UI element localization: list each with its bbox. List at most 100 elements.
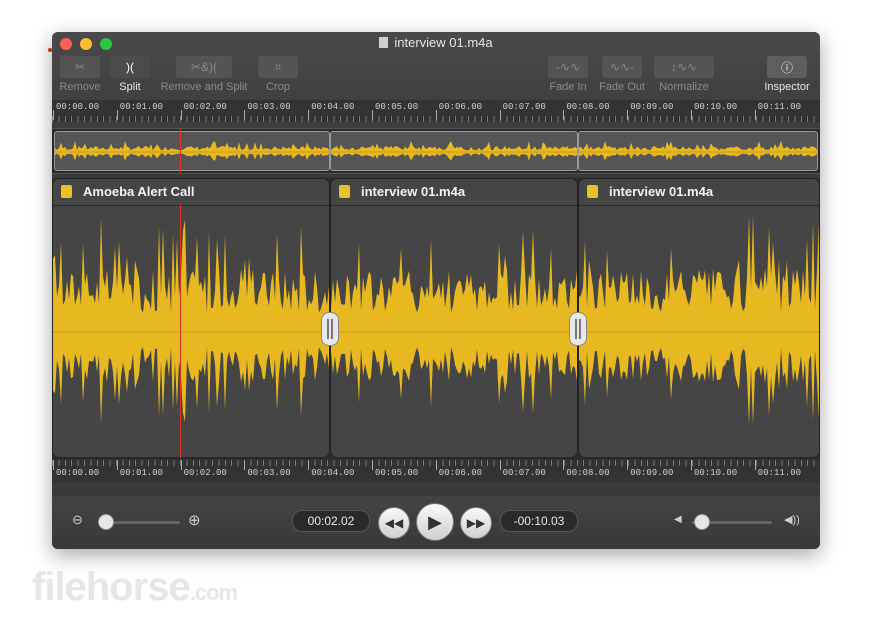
normalize-tool[interactable]: ↕∿∿ Normalize <box>652 56 716 93</box>
normalize-label: Normalize <box>659 81 709 93</box>
fade-out-label: Fade Out <box>599 81 645 93</box>
ruler-tick-label: 00:01.00 <box>119 102 164 112</box>
ruler-major-tick <box>754 460 756 470</box>
ruler-major-tick <box>372 460 373 470</box>
clips-area: Amoeba Alert Call interview 01.m4a inter… <box>52 178 820 460</box>
ruler-major-tick <box>116 460 118 470</box>
waveform-shape <box>55 140 329 161</box>
ruler-major-tick <box>435 460 437 470</box>
clip-header: interview 01.m4a <box>331 179 577 206</box>
ruler-tick-label: 00:08.00 <box>566 468 610 478</box>
clip-waveform <box>331 229 577 414</box>
fade-in-label: Fade In <box>549 81 587 93</box>
remove-and-split-tool[interactable]: ✂&)( Remove and Split <box>156 56 252 93</box>
ruler-major-tick <box>563 110 565 120</box>
overview-playhead[interactable] <box>180 129 181 173</box>
clip-3[interactable]: interview 01.m4a <box>578 178 820 458</box>
volume-slider-knob[interactable] <box>694 514 710 530</box>
clip-boundary-handle[interactable] <box>321 312 339 346</box>
rewind-button[interactable]: ◀◀ <box>378 507 410 539</box>
document-icon <box>379 37 389 48</box>
zoom-slider-knob[interactable] <box>98 514 114 530</box>
fade-in-icon: -∿∿ <box>548 56 588 78</box>
top-time-ruler[interactable]: 00:00.00 00:01.00 00:02.00 00:03.00 00:04.00… <box>52 100 820 122</box>
ruler-major-tick <box>691 460 692 470</box>
ruler-tick-label: 00:01.00 <box>119 468 164 478</box>
ruler-tick-label: 00:06.00 <box>438 468 483 478</box>
fade-out-tool[interactable]: ∿∿- Fade Out <box>598 56 646 93</box>
overview-strip[interactable] <box>52 128 820 174</box>
ruler-tick-label: 00:02.00 <box>183 468 227 478</box>
ruler-tick-label: 00:03.00 <box>247 102 291 112</box>
ruler-major-tick <box>754 110 756 120</box>
ruler-major-tick <box>244 460 246 470</box>
ruler-tick-label: 00:04.00 <box>311 468 355 478</box>
app-window: interview 01.m4a ✂ Remove )( Split ✂&)( … <box>52 32 820 549</box>
crop-tool[interactable]: ⌗ Crop <box>256 56 300 93</box>
ruler-major-tick <box>691 110 692 120</box>
ruler-major-tick <box>180 110 182 120</box>
ruler-major-tick <box>372 110 373 120</box>
ruler-major-tick <box>563 460 565 470</box>
ruler-tick-label: 00:09.00 <box>630 468 674 478</box>
audio-file-icon <box>339 185 350 198</box>
playhead[interactable] <box>180 204 181 458</box>
clip-waveform <box>579 215 819 426</box>
clip-name: Amoeba Alert Call <box>83 184 195 199</box>
overview-clip-3[interactable] <box>578 131 818 171</box>
volume-low-icon: ◀ <box>674 514 682 525</box>
ruler-major-tick <box>499 110 501 120</box>
info-icon: ⓘ <box>767 56 807 78</box>
audio-file-icon <box>587 185 598 198</box>
clip-name: interview 01.m4a <box>361 184 466 199</box>
ruler-tick-label: 00:05.00 <box>375 468 419 478</box>
ruler-tick-label: 00:10.00 <box>694 102 738 112</box>
ruler-tick-label: 00:11.00 <box>757 102 802 112</box>
ruler-tick-label: 00:05.00 <box>375 102 419 112</box>
waveform-shape <box>579 215 819 426</box>
ruler-major-tick <box>499 460 501 470</box>
filehorse-watermark: filehorse.com <box>32 565 238 609</box>
waveform-shape <box>579 140 817 161</box>
ruler-tick-label: 00:10.00 <box>694 468 738 478</box>
ruler-tick-label: 00:09.00 <box>630 102 674 112</box>
clip-2[interactable]: interview 01.m4a <box>330 178 578 458</box>
inspector-label: Inspector <box>764 81 810 93</box>
play-button[interactable]: ▶ <box>416 503 454 541</box>
ruler-major-tick <box>627 110 629 120</box>
window-title: interview 01.m4a <box>52 35 820 50</box>
clip-1[interactable]: Amoeba Alert Call <box>52 178 330 458</box>
crop-icon: ⌗ <box>258 56 298 78</box>
remaining-time-display[interactable]: -00:10.03 <box>500 510 578 532</box>
fade-in-tool[interactable]: -∿∿ Fade In <box>546 56 590 93</box>
transport-bar: ⊖ ⊕ 00:02.02 ◀◀ ▶ ▶▶ -00:10.03 ◀ ◀)) <box>52 496 820 549</box>
fast-forward-button[interactable]: ▶▶ <box>460 507 492 539</box>
zoom-in-icon[interactable]: ⊕ <box>188 511 201 529</box>
audio-file-icon <box>61 185 72 198</box>
split-tool[interactable]: )( Split <box>108 56 152 93</box>
clip-header: interview 01.m4a <box>579 179 819 206</box>
remove-label: Remove <box>59 81 101 93</box>
scissors-icon: ✂ <box>60 56 100 78</box>
clip-boundary-handle[interactable] <box>569 312 587 346</box>
bottom-time-ruler[interactable]: 00:00.00 00:01.00 00:02.00 00:03.00 00:04.00… <box>52 460 820 482</box>
ruler-tick-label: 00:02.00 <box>183 102 227 112</box>
overview-clip-2[interactable] <box>330 131 578 171</box>
ruler-major-tick <box>53 110 54 120</box>
zoom-out-icon[interactable]: ⊖ <box>72 512 83 528</box>
current-time-display[interactable]: 00:02.02 <box>292 510 370 532</box>
clip-name: interview 01.m4a <box>609 184 714 199</box>
ruler-tick-label: 00:07.00 <box>502 102 546 112</box>
ruler-major-tick <box>627 460 629 470</box>
ruler-major-tick <box>308 110 310 120</box>
inspector-tool[interactable]: ⓘ Inspector <box>758 56 816 93</box>
ruler-major-tick <box>116 110 118 120</box>
ruler-major-tick <box>435 110 437 120</box>
waveform-shape <box>53 217 329 424</box>
overview-clip-1[interactable] <box>54 131 330 171</box>
remove-tool[interactable]: ✂ Remove <box>58 56 102 93</box>
split-icon: )( <box>110 56 150 78</box>
overview-waveform <box>331 141 577 161</box>
ruler-tick-label: 00:03.00 <box>247 468 291 478</box>
ruler-tick-label: 00:07.00 <box>502 468 546 478</box>
